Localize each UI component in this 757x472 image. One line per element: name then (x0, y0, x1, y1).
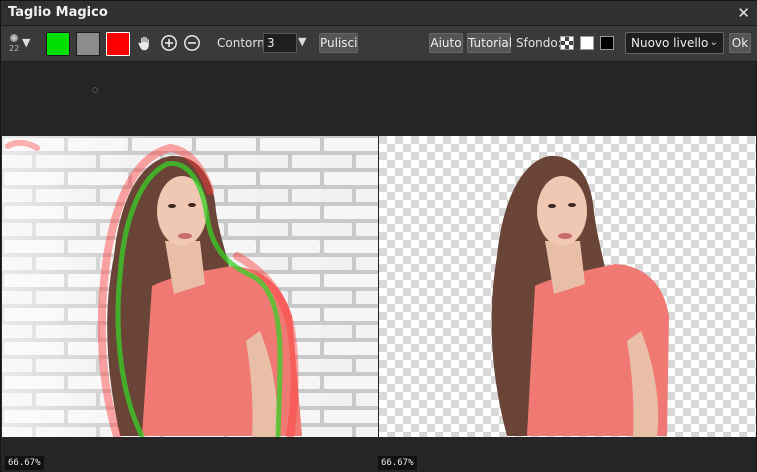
right-zoom-indicator: 66.67% (378, 456, 417, 470)
output-select[interactable]: Nuovo livello ⌄ (625, 32, 724, 54)
preview-image (379, 136, 756, 437)
remove-color-swatch[interactable] (106, 32, 130, 56)
editor-workspace: 66.67% 66.67% (2, 63, 756, 472)
zoom-out-icon[interactable] (183, 34, 201, 52)
brush-size-dropdown[interactable]: 22 ▼ (8, 31, 38, 57)
output-select-value: Nuovo livello (631, 36, 709, 50)
ok-button[interactable]: Ok (729, 33, 751, 53)
brush-size-value: 22 (9, 44, 20, 53)
chevron-down-icon: ⌄ (709, 37, 718, 48)
source-image (2, 136, 378, 437)
brush-size-icon (10, 34, 18, 42)
chevron-down-icon[interactable]: ▼ (298, 35, 306, 48)
clear-button[interactable]: Pulisci (319, 33, 358, 53)
hand-icon[interactable] (136, 34, 154, 52)
dialog-title: Taglio Magico (8, 5, 108, 20)
chevron-down-icon: ▼ (22, 36, 31, 49)
white-background-option[interactable] (580, 36, 594, 50)
black-background-option[interactable] (600, 36, 614, 50)
toolbar: 22 ▼ Contorno 3 ▼ Pulisci Aiuto Tutorial… (1, 26, 757, 62)
left-zoom-indicator: 66.67% (5, 456, 44, 470)
brush-cursor (92, 87, 98, 93)
keep-color-swatch[interactable] (46, 32, 70, 56)
checkerboard-icon[interactable] (560, 36, 574, 50)
tutorial-button[interactable]: Tutorial (467, 33, 512, 53)
preview-canvas[interactable] (379, 136, 756, 437)
zoom-in-icon[interactable] (160, 34, 178, 52)
source-canvas[interactable] (2, 136, 378, 437)
magic-cut-dialog: Taglio Magico ✕ 22 ▼ Contorno 3 ▼ Pulisc… (0, 0, 757, 472)
background-label: Sfondo: (516, 36, 562, 50)
close-icon[interactable]: ✕ (737, 4, 750, 22)
neutral-color-swatch[interactable] (76, 32, 100, 56)
help-button[interactable]: Aiuto (429, 33, 463, 53)
contour-input[interactable]: 3 (263, 33, 297, 53)
dialog-titlebar: Taglio Magico ✕ (1, 1, 757, 26)
